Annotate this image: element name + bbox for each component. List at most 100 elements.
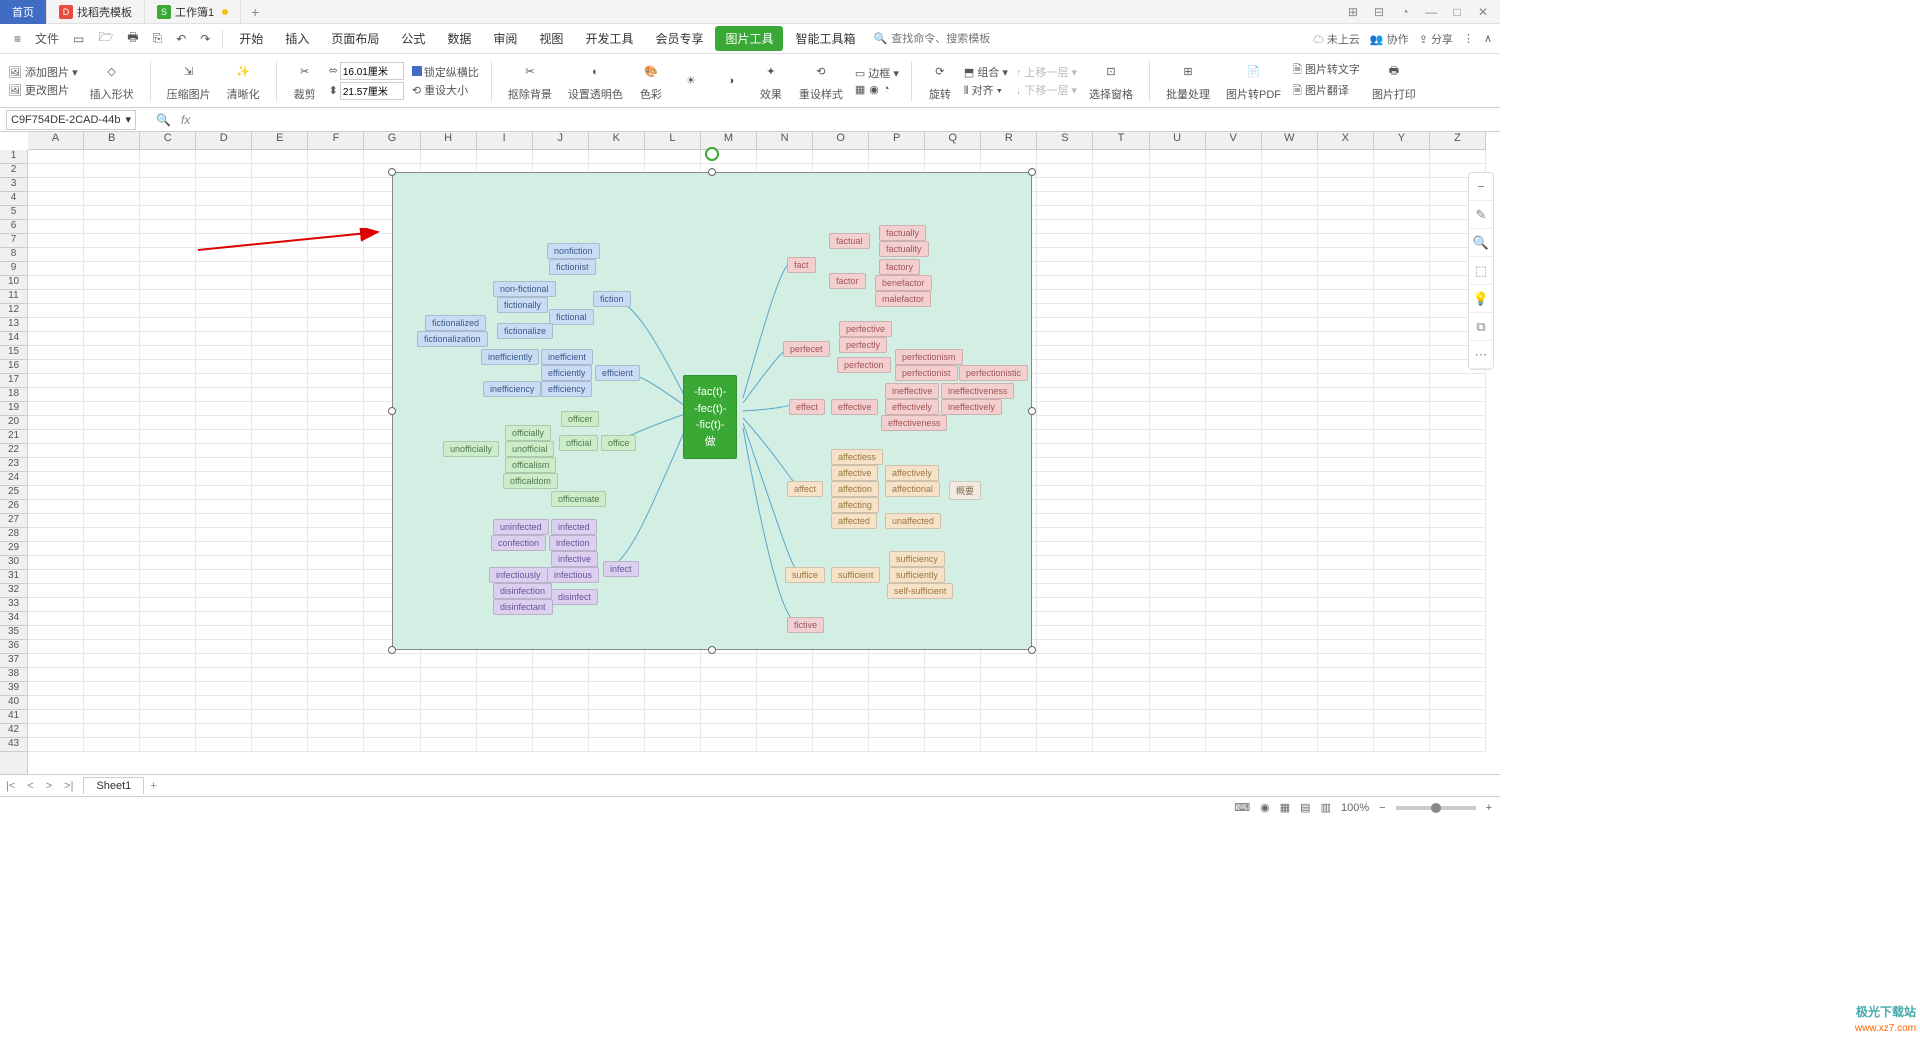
col-header[interactable]: C xyxy=(140,132,196,149)
sheet-first-icon[interactable]: |< xyxy=(0,780,21,792)
row-header[interactable]: 25 xyxy=(0,486,27,500)
fx-label[interactable]: fx xyxy=(181,113,190,127)
row-header[interactable]: 42 xyxy=(0,724,27,738)
close-icon[interactable]: ✕ xyxy=(1474,5,1492,19)
menu-vip[interactable]: 会员专享 xyxy=(645,26,713,51)
soft-icon[interactable]: ◔ xyxy=(883,83,890,96)
col-header[interactable]: J xyxy=(533,132,589,149)
row-header[interactable]: 3 xyxy=(0,178,27,192)
print-button[interactable]: 🖶图片打印 xyxy=(1368,60,1420,102)
glow-icon[interactable]: ◉ xyxy=(869,83,879,96)
sheet-prev-icon[interactable]: < xyxy=(21,780,39,792)
share-button[interactable]: ⇪ 分享 xyxy=(1419,31,1453,47)
cloud-status[interactable]: ☁ 未上云 xyxy=(1313,31,1360,47)
row-header[interactable]: 7 xyxy=(0,234,27,248)
lock-ratio-checkbox[interactable]: 锁定纵横比 xyxy=(412,64,479,80)
formula-input[interactable] xyxy=(200,110,1500,130)
col-header[interactable]: O xyxy=(813,132,869,149)
zoom-slider[interactable] xyxy=(1396,806,1476,810)
row-header[interactable]: 32 xyxy=(0,584,27,598)
transparency-button[interactable]: ◐设置透明色 xyxy=(564,60,627,102)
float-edit-icon[interactable]: ✎ xyxy=(1469,201,1493,229)
change-image-button[interactable]: 🖼 更改图片 xyxy=(8,82,78,98)
row-header[interactable]: 9 xyxy=(0,262,27,276)
enhance-button[interactable]: ✨清晰化 xyxy=(223,60,264,102)
to-pdf-button[interactable]: 📄图片转PDF xyxy=(1222,60,1285,102)
tab-template[interactable]: D找稻壳模板 xyxy=(47,0,145,24)
float-more-icon[interactable]: ⋯ xyxy=(1469,341,1493,369)
menu-smart[interactable]: 智能工具箱 xyxy=(785,26,865,51)
row-header[interactable]: 40 xyxy=(0,696,27,710)
col-header[interactable]: B xyxy=(84,132,140,149)
tab-home[interactable]: 首页 xyxy=(0,0,47,24)
batch-button[interactable]: ⊞批量处理 xyxy=(1162,60,1214,102)
row-header[interactable]: 19 xyxy=(0,402,27,416)
save-icon[interactable]: 🖶 xyxy=(121,24,144,53)
preview-icon[interactable]: ⎘ xyxy=(147,27,169,50)
row-header[interactable]: 10 xyxy=(0,276,27,290)
rotate-handle[interactable] xyxy=(705,147,719,161)
command-search[interactable]: 🔍 xyxy=(874,32,1012,45)
view-break-icon[interactable]: ▥ xyxy=(1321,801,1331,814)
row-header[interactable]: 4 xyxy=(0,192,27,206)
view-page-icon[interactable]: ▤ xyxy=(1300,801,1310,814)
row-header[interactable]: 33 xyxy=(0,598,27,612)
col-header[interactable]: Q xyxy=(925,132,981,149)
float-idea-icon[interactable]: 💡 xyxy=(1469,285,1493,313)
col-header[interactable]: I xyxy=(477,132,533,149)
reset-size-button[interactable]: ⟲ 重设大小 xyxy=(412,82,479,98)
col-header[interactable]: R xyxy=(981,132,1037,149)
translate-button[interactable]: 🗎 图片翻译 xyxy=(1293,82,1360,101)
menu-file[interactable]: 文件 xyxy=(29,26,65,51)
row-header[interactable]: 11 xyxy=(0,290,27,304)
row-header[interactable]: 12 xyxy=(0,304,27,318)
tab-add[interactable]: + xyxy=(241,4,269,20)
more-icon[interactable]: ⋮ xyxy=(1463,32,1474,45)
row-header[interactable]: 17 xyxy=(0,374,27,388)
align-button[interactable]: ⫴ 对齐 ▾ xyxy=(964,82,1008,98)
height-input[interactable] xyxy=(340,82,404,100)
command-search-input[interactable] xyxy=(891,33,1011,45)
layout-icon[interactable]: ⊞ xyxy=(1344,5,1362,19)
select-pane-button[interactable]: ⊡选择窗格 xyxy=(1085,60,1137,102)
row-header[interactable]: 39 xyxy=(0,682,27,696)
view-normal-icon[interactable]: ▦ xyxy=(1280,801,1290,814)
row-header[interactable]: 1 xyxy=(0,150,27,164)
remove-bg-button[interactable]: ✂抠除背景 xyxy=(504,60,556,102)
sheet-last-icon[interactable]: >| xyxy=(58,780,79,792)
dropdown-icon[interactable]: ▾ xyxy=(125,113,131,126)
row-header[interactable]: 37 xyxy=(0,654,27,668)
row-header[interactable]: 29 xyxy=(0,542,27,556)
crop-button[interactable]: ✂裁剪 xyxy=(289,60,321,102)
menu-picture-tools[interactable]: 图片工具 xyxy=(715,26,783,51)
col-header[interactable]: Z xyxy=(1430,132,1486,149)
col-header[interactable]: S xyxy=(1037,132,1093,149)
col-header[interactable]: N xyxy=(757,132,813,149)
menu-start[interactable]: 开始 xyxy=(229,26,273,51)
menu-insert[interactable]: 插入 xyxy=(275,26,319,51)
combine-button[interactable]: ⬒ 组合 ▾ xyxy=(964,64,1008,80)
col-header[interactable]: U xyxy=(1150,132,1206,149)
col-header[interactable]: G xyxy=(364,132,420,149)
zoom-out-icon[interactable]: − xyxy=(1379,802,1385,814)
row-header[interactable]: 23 xyxy=(0,458,27,472)
row-header[interactable]: 30 xyxy=(0,556,27,570)
row-header[interactable]: 34 xyxy=(0,612,27,626)
col-header[interactable]: X xyxy=(1318,132,1374,149)
skin-icon[interactable]: ◔ xyxy=(1396,5,1414,19)
maximize-icon[interactable]: □ xyxy=(1448,5,1466,19)
redo-icon[interactable]: ↷ xyxy=(194,28,216,50)
menu-hamburger-icon[interactable]: ≡ xyxy=(8,28,27,50)
col-header[interactable]: K xyxy=(589,132,645,149)
embedded-image[interactable]: -fac(t)--fec(t)--fic(t)-做 fiction nonfic… xyxy=(392,172,1032,650)
to-text-button[interactable]: 🗎 图片转文字 xyxy=(1293,61,1360,80)
layer-up-button[interactable]: ↑ 上移一层 ▾ xyxy=(1016,64,1077,80)
col-header[interactable]: V xyxy=(1206,132,1262,149)
row-header[interactable]: 35 xyxy=(0,626,27,640)
row-header[interactable]: 21 xyxy=(0,430,27,444)
contrast-icon[interactable]: ◑ xyxy=(715,69,747,93)
compress-button[interactable]: ⇲压缩图片 xyxy=(163,60,215,102)
row-header[interactable]: 36 xyxy=(0,640,27,654)
col-header[interactable]: H xyxy=(421,132,477,149)
undo-icon[interactable]: ↶ xyxy=(170,28,192,50)
